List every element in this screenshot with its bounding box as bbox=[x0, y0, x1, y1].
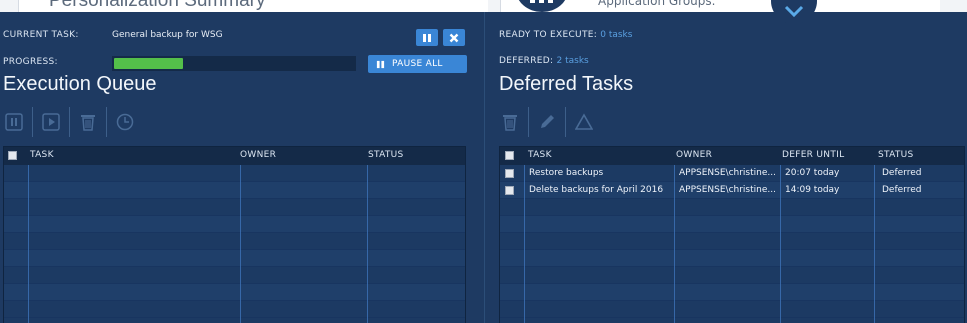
cell-defer-until: 20:07 today bbox=[785, 168, 840, 178]
background-page: Personalization Summary Application Grou… bbox=[0, 0, 967, 12]
row-checkbox[interactable] bbox=[505, 169, 514, 178]
cell-defer-until: 14:09 today bbox=[785, 185, 840, 195]
run-selected-button[interactable] bbox=[37, 108, 65, 136]
empty-row bbox=[500, 267, 964, 284]
table-header: TASK OWNER DEFER UNTIL STATUS bbox=[500, 147, 964, 165]
empty-row bbox=[500, 250, 964, 267]
deferred-label: DEFERRED: bbox=[499, 56, 554, 66]
chevron-down-icon bbox=[784, 5, 804, 17]
empty-row bbox=[4, 267, 465, 284]
column-defer-until: DEFER UNTIL bbox=[782, 150, 845, 160]
deferred-tasks-panel: READY TO EXECUTE: 0 tasks DEFERRED: 2 ta… bbox=[486, 12, 967, 323]
pause-icon bbox=[376, 60, 385, 68]
cell-task: Restore backups bbox=[529, 168, 604, 178]
progress-bar bbox=[112, 56, 356, 71]
empty-row bbox=[4, 199, 465, 216]
table-row[interactable]: Restore backups APPSENSE\christine... 20… bbox=[500, 165, 964, 182]
empty-row bbox=[500, 233, 964, 250]
empty-row bbox=[4, 250, 465, 267]
app-groups-card: Application Groups. bbox=[500, 0, 940, 12]
column-owner: OWNER bbox=[240, 150, 277, 160]
clock-icon bbox=[116, 113, 134, 131]
cell-status: Deferred bbox=[882, 185, 922, 195]
ready-to-execute: READY TO EXECUTE: 0 tasks bbox=[499, 30, 632, 40]
column-status: STATUS bbox=[368, 150, 404, 160]
cell-task: Delete backups for April 2016 bbox=[529, 185, 664, 195]
play-icon bbox=[42, 113, 60, 131]
summary-title: Personalization Summary bbox=[49, 0, 266, 11]
empty-row bbox=[4, 233, 465, 250]
close-icon bbox=[449, 33, 459, 42]
empty-row bbox=[4, 182, 465, 199]
current-task-label: CURRENT TASK: bbox=[3, 30, 79, 40]
execution-queue-table: TASK OWNER STATUS bbox=[3, 146, 466, 323]
pause-task-button[interactable] bbox=[416, 29, 438, 46]
deferred-toolbar bbox=[496, 107, 598, 137]
empty-row bbox=[4, 301, 465, 318]
empty-row bbox=[4, 165, 465, 182]
empty-row bbox=[500, 199, 964, 216]
deferred-summary: DEFERRED: 2 tasks bbox=[499, 56, 589, 66]
edit-deferred-button[interactable] bbox=[533, 108, 561, 136]
column-task: TASK bbox=[528, 150, 552, 160]
trash-icon bbox=[81, 115, 95, 131]
cell-status: Deferred bbox=[882, 168, 922, 178]
empty-row bbox=[4, 216, 465, 233]
pause-icon bbox=[5, 113, 23, 131]
ready-count-link[interactable]: 0 tasks bbox=[600, 30, 632, 40]
empty-row bbox=[4, 284, 465, 301]
select-all-checkbox[interactable] bbox=[8, 151, 17, 160]
empty-row bbox=[500, 284, 964, 301]
table-header: TASK OWNER STATUS bbox=[4, 147, 465, 165]
column-task: TASK bbox=[30, 150, 54, 160]
delete-selected-button[interactable] bbox=[74, 108, 102, 136]
pause-selected-button[interactable] bbox=[0, 108, 28, 136]
execution-queue-title: Execution Queue bbox=[3, 73, 157, 95]
summary-card: Personalization Summary bbox=[18, 0, 488, 12]
progress-fill bbox=[112, 56, 186, 71]
delete-deferred-button[interactable] bbox=[496, 108, 524, 136]
column-status: STATUS bbox=[878, 150, 914, 160]
execution-toolbar bbox=[0, 107, 139, 137]
trash-icon bbox=[503, 115, 517, 131]
schedule-button[interactable] bbox=[111, 108, 139, 136]
deferred-tasks-table: TASK OWNER DEFER UNTIL STATUS Restore ba… bbox=[499, 146, 965, 323]
run-deferred-button[interactable] bbox=[570, 108, 598, 136]
ready-label: READY TO EXECUTE: bbox=[499, 30, 598, 40]
app-groups-text: Application Groups. bbox=[598, 0, 716, 8]
cancel-task-button[interactable] bbox=[443, 29, 465, 46]
empty-row bbox=[500, 301, 964, 318]
cell-owner: APPSENSE\christine... bbox=[679, 185, 776, 195]
execution-queue-panel: CURRENT TASK: General backup for WSG PRO… bbox=[0, 12, 485, 323]
cell-owner: APPSENSE\christine... bbox=[679, 168, 776, 178]
warning-icon bbox=[575, 113, 593, 130]
pause-all-button[interactable]: PAUSE ALL bbox=[368, 55, 467, 73]
row-checkbox[interactable] bbox=[505, 186, 514, 195]
pause-icon bbox=[423, 33, 431, 42]
column-owner: OWNER bbox=[676, 150, 713, 160]
table-row[interactable]: Delete backups for April 2016 APPSENSE\c… bbox=[500, 182, 964, 199]
select-all-checkbox[interactable] bbox=[505, 151, 514, 160]
progress-label: PROGRESS: bbox=[3, 57, 58, 67]
deferred-count-link[interactable]: 2 tasks bbox=[557, 56, 589, 66]
pause-all-label: PAUSE ALL bbox=[392, 59, 443, 69]
empty-row bbox=[500, 216, 964, 233]
deferred-tasks-title: Deferred Tasks bbox=[499, 73, 634, 95]
current-task-value: General backup for WSG bbox=[112, 30, 223, 40]
pencil-icon bbox=[541, 115, 554, 128]
